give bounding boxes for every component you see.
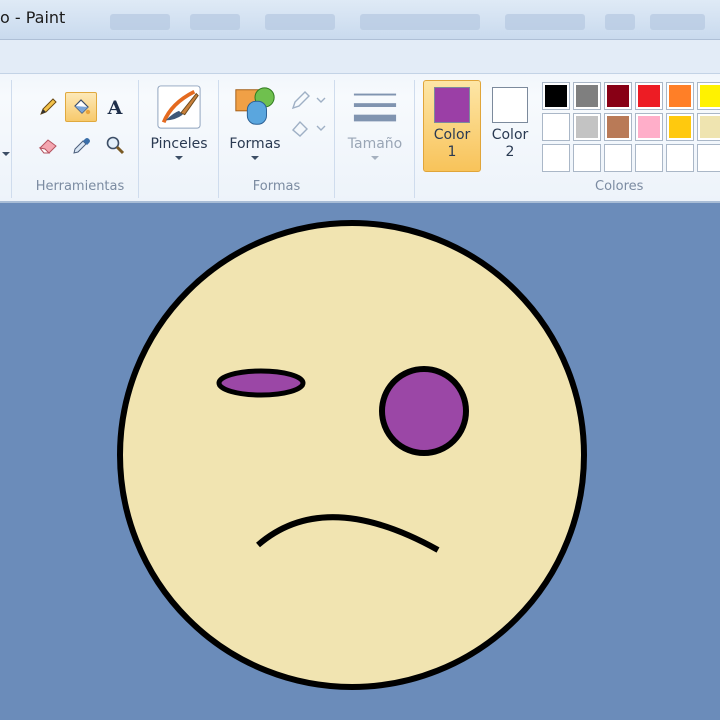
text-icon: A [107,97,123,118]
shapes-icon [235,87,275,125]
outline-icon [291,91,326,110]
palette-swatch[interactable] [635,113,663,141]
palette-swatch[interactable] [666,113,694,141]
palette-swatch[interactable] [604,113,632,141]
size-group: Tamaño [335,80,415,198]
palette-swatch[interactable] [697,113,720,141]
line-size-icon [353,93,397,122]
brush-icon [157,85,201,129]
palette-swatch-empty[interactable] [573,144,601,172]
shapes-group-label: Formas [252,179,301,194]
color-1-label: Color [433,127,471,143]
palette-swatch-empty[interactable] [635,144,663,172]
sad-face-drawing [117,220,587,690]
eraser-icon [38,139,57,154]
shapes-label: Formas [229,136,281,152]
eraser-tool[interactable] [32,130,64,160]
pencil-icon [40,98,57,115]
color-1-button[interactable]: Color 1 [423,80,481,172]
taskbar-blur [505,14,585,30]
chevron-down-icon [251,156,259,160]
shapes-button[interactable]: Formas [223,84,287,160]
palette-swatch-empty[interactable] [697,144,720,172]
taskbar-blur [190,14,240,30]
magnifier-tool[interactable] [99,130,131,160]
color-2-swatch [492,87,528,123]
window-title: o - Paint [0,8,66,27]
fill-tool[interactable] [65,92,97,122]
ribbon: A Herramientas Pinceles Formas Formas Ta… [0,40,720,203]
magnifier-icon [106,136,125,155]
color-picker-tool[interactable] [65,130,97,160]
fill-button[interactable] [289,116,329,140]
palette-swatch-empty[interactable] [542,144,570,172]
color-1-swatch [434,87,470,123]
taskbar-blur [110,14,170,30]
chevron-down-icon [175,156,183,160]
palette-swatch-empty[interactable] [604,144,632,172]
pencil-tool[interactable] [32,92,64,122]
brushes-group: Pinceles [139,80,219,198]
title-bar: o - Paint [0,0,720,40]
taskbar-blur [605,14,635,30]
outline-button[interactable] [289,88,329,112]
palette-swatch[interactable] [573,82,601,110]
palette-swatch[interactable] [542,82,570,110]
right-eye [379,366,469,456]
palette-swatch[interactable] [635,82,663,110]
face-circle [117,220,587,690]
palette-swatch-empty[interactable] [666,144,694,172]
tools-group-label: Herramientas [35,179,125,194]
color-1-number: 1 [447,144,457,160]
color-2-button[interactable]: Color 2 [481,80,539,172]
svg-text:A: A [107,97,123,118]
size-label: Tamaño [347,136,403,152]
palette-swatch[interactable] [542,113,570,141]
palette-swatch[interactable] [697,82,720,110]
color-2-number: 2 [505,144,515,160]
text-tool[interactable]: A [99,92,131,122]
colors-group-label: Colores [595,179,644,194]
tools-group: A Herramientas [22,80,139,198]
clipboard-group [0,80,12,198]
color-picker-icon [73,138,90,154]
chevron-down-icon [371,156,379,160]
taskbar-blur [650,14,705,30]
drawing-canvas[interactable] [0,205,720,720]
palette-swatch[interactable] [604,82,632,110]
color-2-label: Color [491,127,529,143]
shapes-group: Formas Formas [219,80,335,198]
fill-bucket-icon [74,99,91,115]
taskbar-blur [265,14,335,30]
palette-swatch[interactable] [573,113,601,141]
shape-fill-icon [292,120,326,137]
taskbar-blur [360,14,480,30]
brushes-label: Pinceles [150,136,208,152]
ribbon-tab-strip [0,40,720,74]
size-button[interactable]: Tamaño [335,84,415,160]
left-eye [216,368,306,398]
brushes-button[interactable]: Pinceles [139,84,219,160]
palette-swatch[interactable] [666,82,694,110]
chevron-down-icon[interactable] [2,152,10,156]
